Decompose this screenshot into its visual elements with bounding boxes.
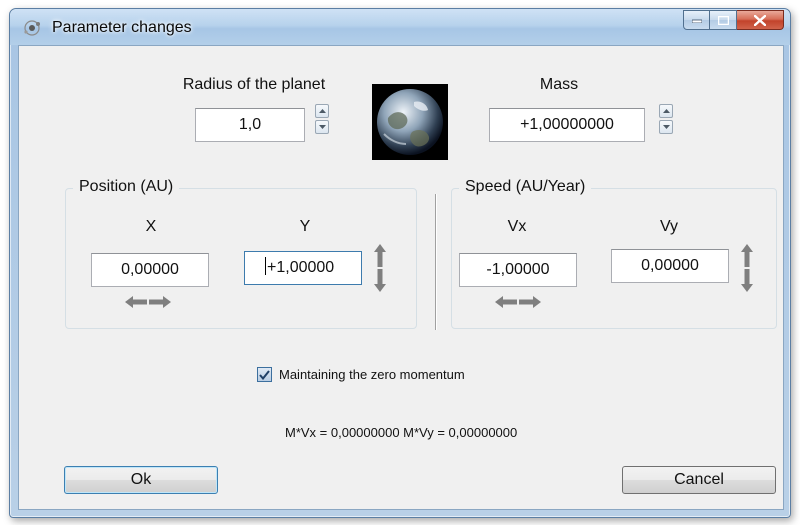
arrow-down-icon (318, 125, 326, 129)
vx-label: Vx (507, 218, 527, 235)
position-y-value: +1,00000 (267, 259, 335, 276)
close-icon (754, 14, 766, 26)
text-caret (265, 257, 266, 275)
radius-label: Radius of the planet (182, 76, 326, 93)
radius-decrement-button[interactable] (315, 120, 329, 134)
radius-increment-button[interactable] (315, 104, 329, 118)
arrow-up-icon (662, 109, 670, 113)
mass-stepper[interactable] (659, 104, 673, 134)
speed-vy-input[interactable]: 0,00000 (611, 249, 729, 283)
earth-globe-icon (372, 84, 448, 160)
horizontal-arrows-icon (495, 296, 541, 308)
cancel-button[interactable]: Cancel (622, 466, 776, 494)
position-y-input[interactable]: +1,00000 (244, 251, 362, 285)
caption-buttons (683, 10, 784, 30)
vy-label: Vy (659, 218, 679, 235)
checkmark-icon (259, 369, 270, 380)
close-button[interactable] (737, 10, 784, 30)
title-bar[interactable]: Parameter changes (10, 9, 790, 45)
mass-label: Mass (539, 76, 579, 93)
maximize-button[interactable] (710, 10, 737, 30)
arrow-down-icon (662, 125, 670, 129)
vertical-arrows-icon (741, 244, 753, 292)
app-icon (24, 20, 40, 36)
zero-momentum-label[interactable]: Maintaining the zero momentum (279, 367, 465, 382)
dialog-window: Parameter changes Radius of the planet 1 (9, 8, 791, 518)
vertical-separator (435, 194, 436, 330)
radius-stepper[interactable] (315, 104, 329, 134)
minimize-button[interactable] (683, 10, 710, 30)
maximize-icon (717, 15, 729, 25)
y-label: Y (299, 218, 311, 235)
window-title: Parameter changes (52, 19, 192, 36)
mass-increment-button[interactable] (659, 104, 673, 118)
position-x-input[interactable]: 0,00000 (91, 253, 209, 287)
vertical-arrows-icon (374, 244, 386, 292)
speed-group-title: Speed (AU/Year) (459, 178, 592, 196)
ok-button[interactable]: Ok (64, 466, 218, 494)
minimize-icon (691, 19, 702, 23)
speed-vx-input[interactable]: -1,00000 (459, 253, 577, 287)
zero-momentum-checkbox[interactable] (257, 367, 272, 382)
position-group-title: Position (AU) (73, 178, 180, 196)
mass-input[interactable]: +1,00000000 (489, 108, 645, 142)
dialog-client-area: Radius of the planet 1,0 Mass +1,0000000… (18, 45, 784, 510)
arrow-up-icon (318, 109, 326, 113)
momentum-formula: M*Vx = 0,00000000 M*Vy = 0,00000000 (285, 425, 518, 440)
horizontal-arrows-icon (125, 296, 171, 308)
x-label: X (145, 218, 157, 235)
radius-input[interactable]: 1,0 (195, 108, 305, 142)
mass-decrement-button[interactable] (659, 120, 673, 134)
